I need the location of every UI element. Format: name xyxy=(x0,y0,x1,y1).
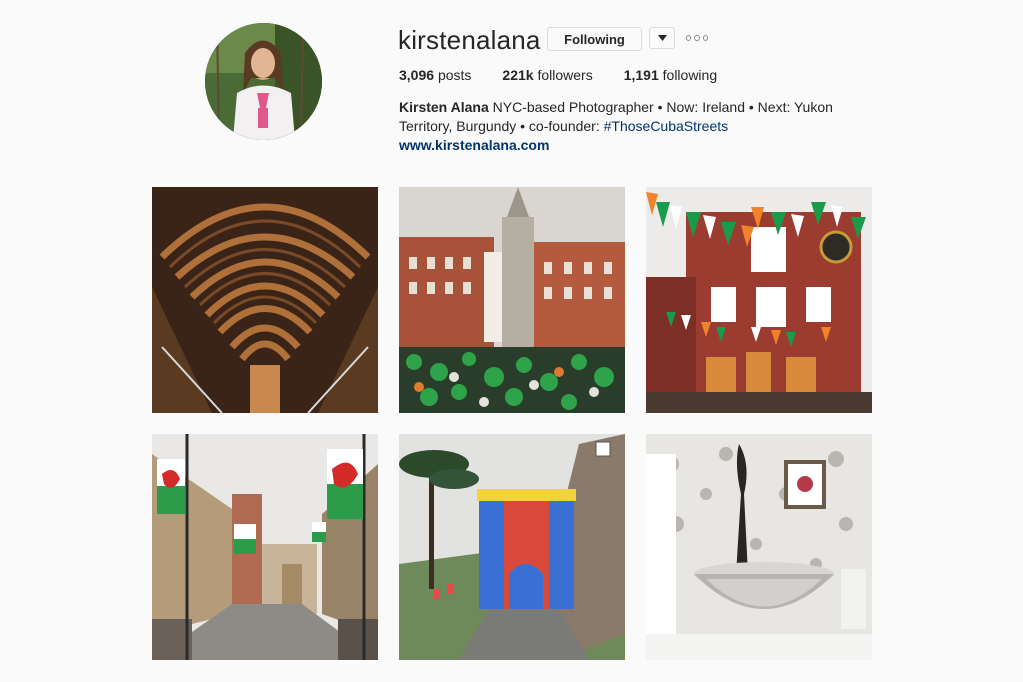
profile-photo xyxy=(205,23,322,140)
suggestions-dropdown-button[interactable] xyxy=(649,27,675,49)
post-tile[interactable] xyxy=(646,187,872,413)
full-name: Kirsten Alana xyxy=(399,99,489,115)
post-tile[interactable] xyxy=(152,187,378,413)
post-image xyxy=(646,187,872,413)
multiple-photos-icon xyxy=(595,441,611,457)
post-image xyxy=(399,187,625,413)
website-link[interactable]: www.kirstenalana.com xyxy=(399,137,549,153)
profile-stats: 3,096 posts 221k followers 1,191 followi… xyxy=(399,67,748,83)
following-stat[interactable]: 1,191 following xyxy=(624,67,717,83)
post-image xyxy=(646,434,872,660)
post-tile[interactable] xyxy=(646,434,872,660)
posts-count: 3,096 xyxy=(399,67,435,83)
following-count: 1,191 xyxy=(623,67,659,83)
post-image xyxy=(152,434,378,660)
post-image xyxy=(152,187,378,413)
post-image xyxy=(399,434,625,660)
hashtag-link[interactable]: #ThoseCubaStreets xyxy=(604,118,729,134)
username: kirstenalana xyxy=(398,25,541,55)
post-tile[interactable] xyxy=(399,434,625,660)
followers-count: 221k xyxy=(502,67,534,83)
following-button[interactable]: Following xyxy=(547,27,642,51)
post-tile[interactable] xyxy=(152,434,378,660)
avatar[interactable] xyxy=(205,23,322,140)
post-tile[interactable] xyxy=(399,187,625,413)
caret-down-icon xyxy=(657,35,667,41)
following-label: following xyxy=(662,67,718,83)
bio: Kirsten Alana NYC-based Photographer • N… xyxy=(399,98,839,155)
followers-stat[interactable]: 221k followers xyxy=(502,67,592,83)
posts-stat: 3,096 posts xyxy=(399,67,471,83)
posts-label: posts xyxy=(437,67,472,83)
followers-label: followers xyxy=(537,67,593,83)
more-options-icon[interactable] xyxy=(686,33,708,43)
